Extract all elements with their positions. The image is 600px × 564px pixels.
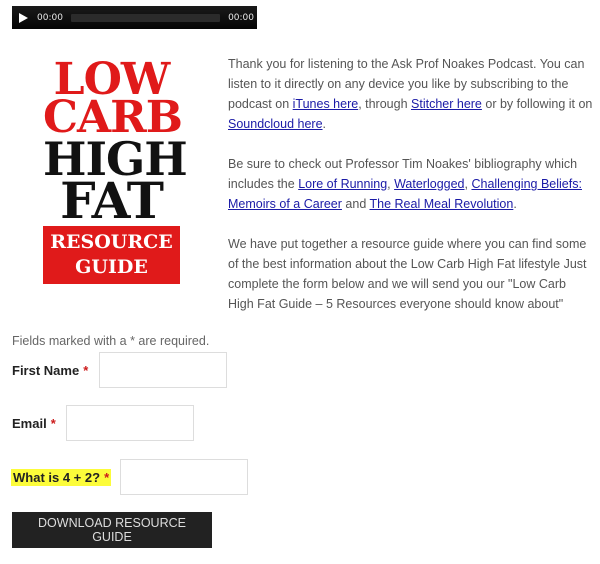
current-time: 00:00 xyxy=(37,12,63,23)
text: and xyxy=(341,197,370,211)
required-note: Fields marked with a * are required. xyxy=(12,334,210,348)
cover-resource-box: RESOURCE GUIDE xyxy=(43,226,180,284)
required-star: * xyxy=(83,363,89,378)
download-resource-guide-button[interactable]: DOWNLOAD RESOURCE GUIDE xyxy=(12,512,212,548)
soundcloud-link[interactable]: Soundcloud here xyxy=(228,117,323,131)
stitcher-link[interactable]: Stitcher here xyxy=(411,97,482,111)
captcha-label: What is 4 + 2? * xyxy=(11,469,112,486)
text: , through xyxy=(358,97,412,111)
email-input[interactable] xyxy=(66,405,194,441)
first-name-input[interactable] xyxy=(99,352,227,388)
label-text: What is 4 + 2? xyxy=(13,470,101,485)
itunes-link[interactable]: iTunes here xyxy=(293,97,359,111)
required-star: * xyxy=(50,416,56,431)
intro-paragraph-podcast: Thank you for listening to the Ask Prof … xyxy=(228,54,593,134)
lore-of-running-link[interactable]: Lore of Running xyxy=(298,177,387,191)
real-meal-revolution-link[interactable]: The Real Meal Revolution xyxy=(370,197,514,211)
cover-line-high: HIGH xyxy=(43,132,188,186)
progress-rail[interactable] xyxy=(70,13,221,22)
resource-guide-cover: LOW CARB HIGH FAT RESOURCE GUIDE xyxy=(43,54,188,284)
text: . xyxy=(513,197,517,211)
text: . xyxy=(322,117,327,131)
cover-box-line-guide: GUIDE xyxy=(75,256,148,278)
intro-paragraph-bibliography: Be sure to check out Professor Tim Noake… xyxy=(228,154,593,214)
captcha-input[interactable] xyxy=(120,459,248,495)
duration: 00:00 xyxy=(228,12,254,23)
intro-text: Thank you for listening to the Ask Prof … xyxy=(228,54,593,334)
intro-paragraph-guide: We have put together a resource guide wh… xyxy=(228,237,587,311)
cover-line-fat: FAT xyxy=(60,171,164,230)
cover-box-line-resource: RESOURCE xyxy=(50,231,173,253)
audio-player: 00:00 00:00 xyxy=(12,6,257,29)
text: or by following it on xyxy=(481,97,593,111)
label-text: Email xyxy=(12,416,47,431)
first-name-label: First Name * xyxy=(12,363,88,378)
play-icon[interactable] xyxy=(19,12,28,23)
captcha-highlight: What is 4 + 2? * xyxy=(11,469,112,486)
waterlogged-link[interactable]: Waterlogged xyxy=(394,177,464,191)
email-label: Email * xyxy=(12,416,56,431)
label-text: First Name xyxy=(12,363,80,378)
cover-line-low: LOW xyxy=(53,54,171,105)
cover-line-carb: CARB xyxy=(43,92,183,143)
required-star: * xyxy=(104,470,110,485)
